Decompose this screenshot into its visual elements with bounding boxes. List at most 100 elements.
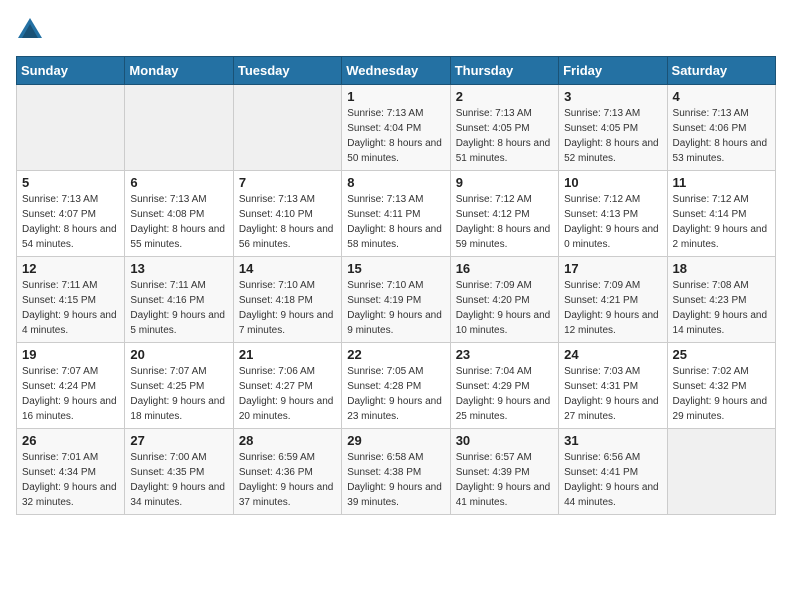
day-info: Sunrise: 7:04 AMSunset: 4:29 PMDaylight:… <box>456 364 553 424</box>
day-number: 20 <box>130 347 227 362</box>
calendar-cell: 29 Sunrise: 6:58 AMSunset: 4:38 PMDaylig… <box>342 429 450 515</box>
day-info: Sunrise: 7:13 AMSunset: 4:11 PMDaylight:… <box>347 192 444 252</box>
calendar-cell: 19 Sunrise: 7:07 AMSunset: 4:24 PMDaylig… <box>17 343 125 429</box>
day-info: Sunrise: 6:57 AMSunset: 4:39 PMDaylight:… <box>456 450 553 510</box>
day-number: 10 <box>564 175 661 190</box>
day-number: 25 <box>673 347 770 362</box>
day-number: 26 <box>22 433 119 448</box>
day-info: Sunrise: 7:09 AMSunset: 4:20 PMDaylight:… <box>456 278 553 338</box>
day-number: 2 <box>456 89 553 104</box>
page-header <box>16 16 776 44</box>
day-number: 11 <box>673 175 770 190</box>
day-info: Sunrise: 7:00 AMSunset: 4:35 PMDaylight:… <box>130 450 227 510</box>
day-number: 27 <box>130 433 227 448</box>
day-number: 16 <box>456 261 553 276</box>
calendar-cell <box>233 85 341 171</box>
calendar-cell: 24 Sunrise: 7:03 AMSunset: 4:31 PMDaylig… <box>559 343 667 429</box>
day-number: 8 <box>347 175 444 190</box>
calendar-cell: 2 Sunrise: 7:13 AMSunset: 4:05 PMDayligh… <box>450 85 558 171</box>
weekday-header-tuesday: Tuesday <box>233 57 341 85</box>
calendar-cell: 11 Sunrise: 7:12 AMSunset: 4:14 PMDaylig… <box>667 171 775 257</box>
calendar-cell: 22 Sunrise: 7:05 AMSunset: 4:28 PMDaylig… <box>342 343 450 429</box>
calendar-cell: 15 Sunrise: 7:10 AMSunset: 4:19 PMDaylig… <box>342 257 450 343</box>
day-info: Sunrise: 7:10 AMSunset: 4:18 PMDaylight:… <box>239 278 336 338</box>
day-number: 22 <box>347 347 444 362</box>
day-info: Sunrise: 7:06 AMSunset: 4:27 PMDaylight:… <box>239 364 336 424</box>
week-row-4: 19 Sunrise: 7:07 AMSunset: 4:24 PMDaylig… <box>17 343 776 429</box>
day-info: Sunrise: 7:08 AMSunset: 4:23 PMDaylight:… <box>673 278 770 338</box>
weekday-header-friday: Friday <box>559 57 667 85</box>
calendar-cell: 18 Sunrise: 7:08 AMSunset: 4:23 PMDaylig… <box>667 257 775 343</box>
day-info: Sunrise: 7:11 AMSunset: 4:16 PMDaylight:… <box>130 278 227 338</box>
day-number: 12 <box>22 261 119 276</box>
weekday-header-wednesday: Wednesday <box>342 57 450 85</box>
weekday-header-row: SundayMondayTuesdayWednesdayThursdayFrid… <box>17 57 776 85</box>
day-number: 23 <box>456 347 553 362</box>
calendar-cell: 1 Sunrise: 7:13 AMSunset: 4:04 PMDayligh… <box>342 85 450 171</box>
weekday-header-sunday: Sunday <box>17 57 125 85</box>
day-info: Sunrise: 7:13 AMSunset: 4:07 PMDaylight:… <box>22 192 119 252</box>
calendar-table: SundayMondayTuesdayWednesdayThursdayFrid… <box>16 56 776 515</box>
day-number: 31 <box>564 433 661 448</box>
calendar-cell <box>17 85 125 171</box>
day-info: Sunrise: 7:13 AMSunset: 4:10 PMDaylight:… <box>239 192 336 252</box>
calendar-cell: 10 Sunrise: 7:12 AMSunset: 4:13 PMDaylig… <box>559 171 667 257</box>
day-number: 21 <box>239 347 336 362</box>
calendar-cell: 16 Sunrise: 7:09 AMSunset: 4:20 PMDaylig… <box>450 257 558 343</box>
day-info: Sunrise: 7:07 AMSunset: 4:25 PMDaylight:… <box>130 364 227 424</box>
day-info: Sunrise: 7:01 AMSunset: 4:34 PMDaylight:… <box>22 450 119 510</box>
day-info: Sunrise: 7:13 AMSunset: 4:08 PMDaylight:… <box>130 192 227 252</box>
calendar-cell: 23 Sunrise: 7:04 AMSunset: 4:29 PMDaylig… <box>450 343 558 429</box>
day-info: Sunrise: 7:11 AMSunset: 4:15 PMDaylight:… <box>22 278 119 338</box>
calendar-cell <box>667 429 775 515</box>
day-info: Sunrise: 6:58 AMSunset: 4:38 PMDaylight:… <box>347 450 444 510</box>
day-number: 29 <box>347 433 444 448</box>
logo-icon <box>16 16 44 44</box>
day-number: 28 <box>239 433 336 448</box>
calendar-cell: 8 Sunrise: 7:13 AMSunset: 4:11 PMDayligh… <box>342 171 450 257</box>
day-info: Sunrise: 6:59 AMSunset: 4:36 PMDaylight:… <box>239 450 336 510</box>
calendar-cell: 20 Sunrise: 7:07 AMSunset: 4:25 PMDaylig… <box>125 343 233 429</box>
calendar-cell: 9 Sunrise: 7:12 AMSunset: 4:12 PMDayligh… <box>450 171 558 257</box>
day-number: 18 <box>673 261 770 276</box>
day-number: 5 <box>22 175 119 190</box>
day-info: Sunrise: 7:13 AMSunset: 4:05 PMDaylight:… <box>456 106 553 166</box>
calendar-cell <box>125 85 233 171</box>
calendar-cell: 31 Sunrise: 6:56 AMSunset: 4:41 PMDaylig… <box>559 429 667 515</box>
day-number: 19 <box>22 347 119 362</box>
day-info: Sunrise: 7:12 AMSunset: 4:13 PMDaylight:… <box>564 192 661 252</box>
day-number: 1 <box>347 89 444 104</box>
day-number: 30 <box>456 433 553 448</box>
calendar-cell: 28 Sunrise: 6:59 AMSunset: 4:36 PMDaylig… <box>233 429 341 515</box>
calendar-cell: 3 Sunrise: 7:13 AMSunset: 4:05 PMDayligh… <box>559 85 667 171</box>
calendar-cell: 12 Sunrise: 7:11 AMSunset: 4:15 PMDaylig… <box>17 257 125 343</box>
day-number: 6 <box>130 175 227 190</box>
weekday-header-thursday: Thursday <box>450 57 558 85</box>
day-info: Sunrise: 7:09 AMSunset: 4:21 PMDaylight:… <box>564 278 661 338</box>
day-info: Sunrise: 7:07 AMSunset: 4:24 PMDaylight:… <box>22 364 119 424</box>
calendar-cell: 25 Sunrise: 7:02 AMSunset: 4:32 PMDaylig… <box>667 343 775 429</box>
day-number: 14 <box>239 261 336 276</box>
day-info: Sunrise: 7:05 AMSunset: 4:28 PMDaylight:… <box>347 364 444 424</box>
day-info: Sunrise: 7:03 AMSunset: 4:31 PMDaylight:… <box>564 364 661 424</box>
calendar-cell: 27 Sunrise: 7:00 AMSunset: 4:35 PMDaylig… <box>125 429 233 515</box>
week-row-5: 26 Sunrise: 7:01 AMSunset: 4:34 PMDaylig… <box>17 429 776 515</box>
day-info: Sunrise: 7:12 AMSunset: 4:12 PMDaylight:… <box>456 192 553 252</box>
calendar-cell: 21 Sunrise: 7:06 AMSunset: 4:27 PMDaylig… <box>233 343 341 429</box>
calendar-cell: 6 Sunrise: 7:13 AMSunset: 4:08 PMDayligh… <box>125 171 233 257</box>
calendar-cell: 26 Sunrise: 7:01 AMSunset: 4:34 PMDaylig… <box>17 429 125 515</box>
day-number: 13 <box>130 261 227 276</box>
calendar-cell: 30 Sunrise: 6:57 AMSunset: 4:39 PMDaylig… <box>450 429 558 515</box>
day-number: 15 <box>347 261 444 276</box>
weekday-header-monday: Monday <box>125 57 233 85</box>
day-number: 3 <box>564 89 661 104</box>
day-info: Sunrise: 7:13 AMSunset: 4:05 PMDaylight:… <box>564 106 661 166</box>
day-number: 7 <box>239 175 336 190</box>
calendar-cell: 5 Sunrise: 7:13 AMSunset: 4:07 PMDayligh… <box>17 171 125 257</box>
calendar-cell: 7 Sunrise: 7:13 AMSunset: 4:10 PMDayligh… <box>233 171 341 257</box>
day-number: 17 <box>564 261 661 276</box>
day-info: Sunrise: 7:13 AMSunset: 4:04 PMDaylight:… <box>347 106 444 166</box>
week-row-2: 5 Sunrise: 7:13 AMSunset: 4:07 PMDayligh… <box>17 171 776 257</box>
day-info: Sunrise: 7:02 AMSunset: 4:32 PMDaylight:… <box>673 364 770 424</box>
weekday-header-saturday: Saturday <box>667 57 775 85</box>
